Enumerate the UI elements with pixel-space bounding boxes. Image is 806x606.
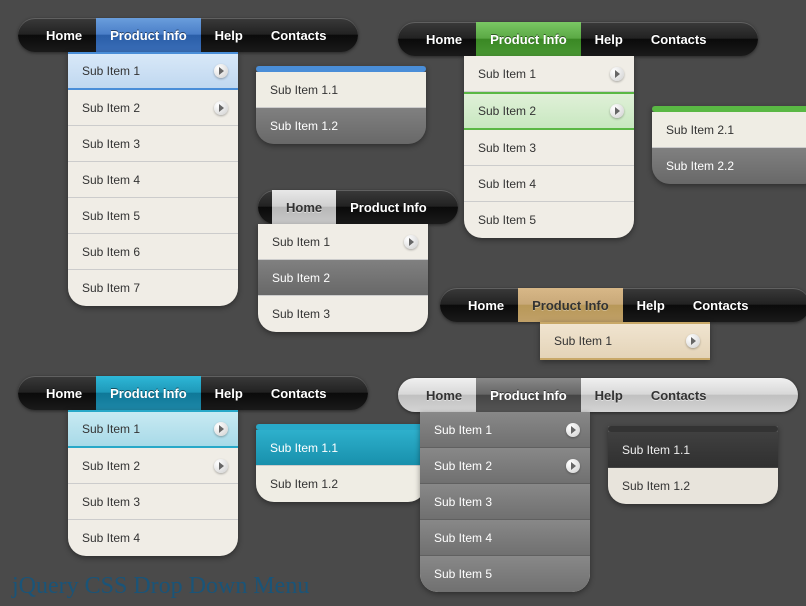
dropdown-light: Sub Item 1 Sub Item 2 Sub Item 3 Sub Ite…: [420, 412, 590, 592]
tab-help[interactable]: Help: [581, 378, 637, 412]
dropdown-item[interactable]: Sub Item 3: [258, 296, 428, 332]
submenu-item[interactable]: Sub Item 1.2: [608, 468, 778, 504]
submenu-item[interactable]: Sub Item 2.1: [652, 112, 806, 148]
submenu-item[interactable]: Sub Item 1.2: [256, 466, 426, 502]
dropdown-item[interactable]: Sub Item 5: [68, 198, 238, 234]
tab-contacts[interactable]: Contacts: [679, 288, 763, 322]
dropdown-item[interactable]: Sub Item 2: [420, 448, 590, 484]
dropdown-item[interactable]: Sub Item 4: [464, 166, 634, 202]
dropdown-item[interactable]: Sub Item 5: [464, 202, 634, 238]
dropdown-item[interactable]: Sub Item 5: [420, 556, 590, 592]
submenu-item[interactable]: Sub Item 1.1: [608, 432, 778, 468]
tab-product[interactable]: Product Info: [476, 378, 581, 412]
menu-bar-blue: Home Product Info Help Contacts: [18, 18, 358, 52]
menu-bar-tan: Home Product Info Help Contacts: [440, 288, 806, 322]
tab-home[interactable]: Home: [32, 18, 96, 52]
chevron-right-icon: [566, 459, 580, 473]
logo-text: jQuery CSS Drop Down Menu: [12, 573, 309, 600]
dropdown-grey: Sub Item 1 Sub Item 2 Sub Item 3: [258, 224, 428, 332]
menu-bar-grey-partial: Home Product Info: [258, 190, 458, 224]
submenu-item[interactable]: Sub Item 1.1: [256, 72, 426, 108]
submenu-dark: Sub Item 1.1 Sub Item 1.2: [608, 426, 778, 504]
chevron-right-icon: [610, 67, 624, 81]
chevron-right-icon: [566, 423, 580, 437]
menu-bar-cyan: Home Product Info Help Contacts: [18, 376, 368, 410]
dropdown-item[interactable]: Sub Item 2: [258, 260, 428, 296]
chevron-right-icon: [610, 104, 624, 118]
submenu-item[interactable]: Sub Item 1.2: [256, 108, 426, 144]
dropdown-item[interactable]: Sub Item 3: [68, 126, 238, 162]
chevron-right-icon: [214, 459, 228, 473]
dropdown-item[interactable]: Sub Item 2: [464, 92, 634, 130]
tab-product[interactable]: Product Info: [518, 288, 623, 322]
dropdown-item[interactable]: Sub Item 6: [68, 234, 238, 270]
dropdown-item[interactable]: Sub Item 1: [68, 52, 238, 90]
tab-contacts[interactable]: Contacts: [257, 18, 341, 52]
dropdown-item[interactable]: Sub Item 1: [68, 410, 238, 448]
chevron-right-icon: [214, 101, 228, 115]
dropdown-tan: Sub Item 1: [540, 322, 710, 360]
label: Sub Item 2: [82, 101, 140, 115]
submenu-cyan: Sub Item 1.1 Sub Item 1.2: [256, 424, 426, 502]
chevron-right-icon: [686, 334, 700, 348]
tab-help[interactable]: Help: [201, 18, 257, 52]
label: Sub Item 1: [82, 422, 140, 436]
dropdown-item[interactable]: Sub Item 2: [68, 90, 238, 126]
tab-help[interactable]: Help: [581, 22, 637, 56]
tab-help[interactable]: Help: [623, 288, 679, 322]
submenu-item[interactable]: Sub Item 2.2: [652, 148, 806, 184]
dropdown-item[interactable]: Sub Item 4: [68, 520, 238, 556]
tab-home[interactable]: Home: [32, 376, 96, 410]
label: Sub Item 2: [478, 104, 536, 118]
label: Sub Item 2: [82, 459, 140, 473]
dropdown-item[interactable]: Sub Item 4: [420, 520, 590, 556]
label: Sub Item 1: [554, 334, 612, 348]
dropdown-blue: Sub Item 1 Sub Item 2 Sub Item 3 Sub Ite…: [68, 52, 238, 306]
dropdown-item[interactable]: Sub Item 1: [258, 224, 428, 260]
chevron-right-icon: [404, 235, 418, 249]
tab-help[interactable]: Help: [201, 376, 257, 410]
chevron-right-icon: [214, 64, 228, 78]
dropdown-item[interactable]: Sub Item 4: [68, 162, 238, 198]
dropdown-item[interactable]: Sub Item 1: [464, 56, 634, 92]
tab-product[interactable]: Product Info: [476, 22, 581, 56]
dropdown-item[interactable]: Sub Item 3: [464, 130, 634, 166]
label: Sub Item 1: [434, 423, 492, 437]
dropdown-item[interactable]: Sub Item 2: [68, 448, 238, 484]
dropdown-cyan: Sub Item 1 Sub Item 2 Sub Item 3 Sub Ite…: [68, 410, 238, 556]
tab-home[interactable]: Home: [272, 190, 336, 224]
tab-contacts[interactable]: Contacts: [637, 22, 721, 56]
dropdown-item[interactable]: Sub Item 3: [420, 484, 590, 520]
dropdown-item[interactable]: Sub Item 1: [540, 322, 710, 360]
submenu-item[interactable]: Sub Item 1.1: [256, 430, 426, 466]
menu-bar-light: Home Product Info Help Contacts: [398, 378, 798, 412]
tab-home[interactable]: Home: [412, 378, 476, 412]
dropdown-item[interactable]: Sub Item 3: [68, 484, 238, 520]
label: Sub Item 2: [434, 459, 492, 473]
tab-home[interactable]: Home: [454, 288, 518, 322]
submenu-green: Sub Item 2.1 Sub Item 2.2: [652, 106, 806, 184]
dropdown-item[interactable]: Sub Item 7: [68, 270, 238, 306]
tab-contacts[interactable]: Contacts: [637, 378, 721, 412]
tab-product[interactable]: Product Info: [96, 376, 201, 410]
label: Sub Item 1: [478, 67, 536, 81]
tab-home[interactable]: Home: [412, 22, 476, 56]
tab-contacts[interactable]: Contacts: [257, 376, 341, 410]
label: Sub Item 1: [272, 235, 330, 249]
label: Sub Item 1: [82, 64, 140, 78]
tab-product[interactable]: Product Info: [336, 190, 441, 224]
chevron-right-icon: [214, 422, 228, 436]
dropdown-item[interactable]: Sub Item 1: [420, 412, 590, 448]
dropdown-green: Sub Item 1 Sub Item 2 Sub Item 3 Sub Ite…: [464, 56, 634, 238]
tab-product[interactable]: Product Info: [96, 18, 201, 52]
submenu-blue: Sub Item 1.1 Sub Item 1.2: [256, 66, 426, 144]
menu-bar-green: Home Product Info Help Contacts: [398, 22, 758, 56]
